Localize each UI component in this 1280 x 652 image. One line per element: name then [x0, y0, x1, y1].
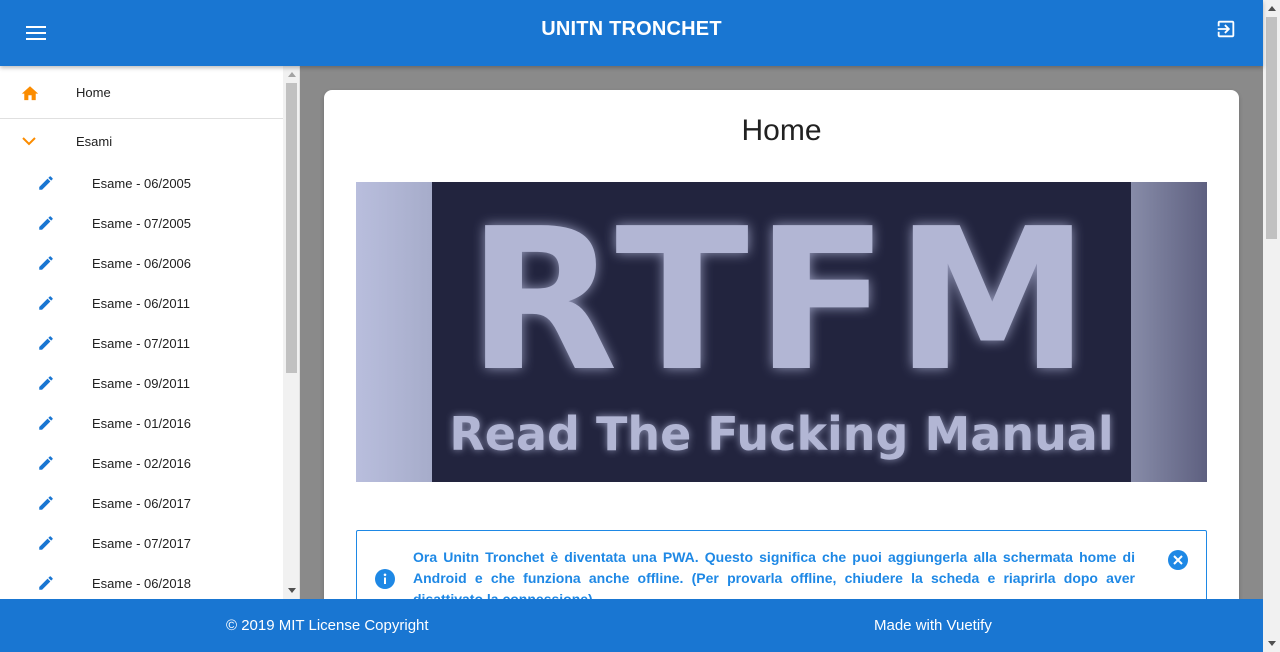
close-icon[interactable] — [1167, 549, 1189, 571]
nav-item-exam[interactable]: Esame - 06/2017 — [0, 483, 283, 523]
pencil-icon — [39, 376, 53, 390]
footer-copyright: © 2019 MIT License Copyright — [226, 617, 429, 634]
home-card: Home RTFM Read The Fucking Manual Ora Un… — [324, 90, 1239, 599]
pencil-icon — [39, 176, 53, 190]
nav-item-exam-label: Esame - 06/2011 — [92, 295, 191, 311]
nav-item-exam[interactable]: Esame - 07/2005 — [0, 203, 283, 243]
pencil-icon — [39, 496, 53, 510]
drawer-scroll-down-arrow[interactable] — [283, 582, 299, 599]
pencil-icon — [39, 296, 53, 310]
exam-list: Esame - 06/2005 Esame - 07/2005 Esame - 06… — [0, 163, 283, 599]
nav-item-exam-label: Esame - 02/2016 — [92, 455, 192, 471]
nav-item-exam[interactable]: Esame - 07/2011 — [0, 323, 283, 363]
rtfm-banner-image: RTFM Read The Fucking Manual — [356, 182, 1207, 482]
page-scroll-down-arrow[interactable] — [1263, 635, 1280, 652]
nav-group-esami[interactable]: Esami — [0, 119, 283, 163]
alert-message: Ora Unitn Tronchet è diventata una PWA. … — [413, 549, 1135, 599]
nav-item-exam[interactable]: Esame - 06/2011 — [0, 283, 283, 323]
pencil-icon — [39, 256, 53, 270]
nav-item-exam-label: Esame - 01/2016 — [92, 415, 192, 431]
nav-item-exam[interactable]: Esame - 02/2016 — [0, 443, 283, 483]
page-scroll-up-arrow[interactable] — [1263, 0, 1280, 17]
drawer-scrollbar[interactable] — [283, 66, 299, 599]
footer-made-with: Made with Vuetify — [874, 617, 992, 634]
nav-item-exam[interactable]: Esame - 06/2005 — [0, 163, 283, 203]
navigation-drawer: Home Esami Esame - 06/2005 Esame - 07/200… — [0, 66, 300, 599]
nav-item-exam-label: Esame - 06/2005 — [92, 175, 192, 191]
nav-label-home: Home — [76, 84, 111, 100]
logout-icon — [1217, 20, 1235, 38]
pencil-icon — [39, 456, 53, 470]
pencil-icon — [39, 536, 53, 550]
drawer-scroll-up-arrow[interactable] — [283, 66, 299, 83]
nav-item-home[interactable]: Home — [0, 66, 283, 119]
nav-item-exam[interactable]: Esame - 06/2018 — [0, 563, 283, 599]
nav-item-exam[interactable]: Esame - 01/2016 — [0, 403, 283, 443]
nav-item-exam[interactable]: Esame - 07/2017 — [0, 523, 283, 563]
page-scroll-thumb[interactable] — [1266, 17, 1277, 239]
info-icon — [375, 569, 395, 589]
nav-item-exam-label: Esame - 09/2011 — [92, 375, 191, 391]
pencil-icon — [39, 416, 53, 430]
main-content: Home RTFM Read The Fucking Manual Ora Un… — [300, 66, 1263, 599]
nav-item-exam-label: Esame - 07/2005 — [92, 215, 192, 231]
drawer-list: Home Esami Esame - 06/2005 Esame - 07/200… — [0, 66, 283, 599]
app-bar: UNITN TRONCHET — [0, 0, 1263, 66]
nav-item-exam-label: Esame - 07/2011 — [92, 335, 191, 351]
footer: © 2019 MIT License Copyright Made with V… — [0, 599, 1263, 652]
nav-label-esami: Esami — [76, 133, 113, 149]
pencil-icon — [39, 216, 53, 230]
pencil-icon — [39, 576, 53, 590]
nav-item-exam-label: Esame - 06/2018 — [92, 575, 192, 591]
app-title: UNITN TRONCHET — [541, 18, 722, 40]
home-icon — [21, 86, 39, 101]
banner-sub-text: Read The Fucking Manual — [449, 407, 1114, 461]
drawer-scroll-thumb[interactable] — [286, 83, 297, 373]
nav-item-exam[interactable]: Esame - 09/2011 — [0, 363, 283, 403]
page-title: Home — [741, 114, 822, 147]
nav-item-exam-label: Esame - 07/2017 — [92, 535, 192, 551]
pencil-icon — [39, 336, 53, 350]
nav-item-exam-label: Esame - 06/2017 — [92, 495, 192, 511]
nav-item-exam-label: Esame - 06/2006 — [92, 255, 192, 271]
page-scrollbar[interactable] — [1263, 0, 1280, 652]
pwa-info-alert: Ora Unitn Tronchet è diventata una PWA. … — [356, 530, 1207, 599]
banner-big-text: RTFM — [467, 187, 1096, 415]
logout-button[interactable] — [1206, 9, 1246, 49]
chevron-down-icon — [22, 137, 36, 146]
nav-item-exam[interactable]: Esame - 06/2006 — [0, 243, 283, 283]
